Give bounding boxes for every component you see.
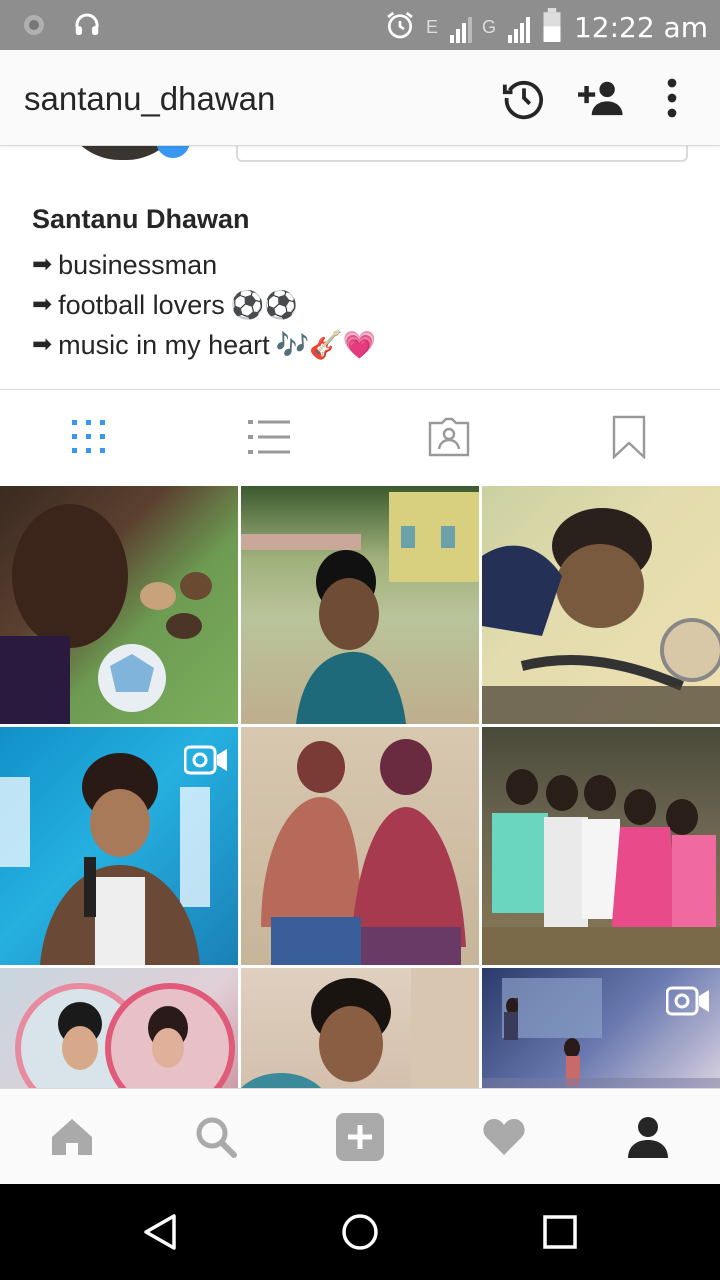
post-image bbox=[0, 504, 212, 724]
bio-text: music in my heart bbox=[58, 330, 270, 360]
recents-icon[interactable] bbox=[538, 1210, 582, 1254]
arrow-icon: ➡ bbox=[32, 331, 53, 358]
football-emoji: ⚽⚽ bbox=[230, 290, 298, 320]
post-image bbox=[482, 769, 720, 965]
bio-line: ➡ businessman bbox=[32, 245, 377, 285]
status-bar: E G 12:22 am bbox=[0, 0, 720, 50]
post-thumbnail[interactable] bbox=[482, 968, 720, 1088]
bio-text: football lovers bbox=[58, 290, 225, 320]
post-image bbox=[482, 508, 720, 724]
add-post-icon[interactable] bbox=[336, 1113, 384, 1161]
grid-icon bbox=[72, 420, 105, 453]
post-image bbox=[261, 739, 466, 965]
profile-full-name: Santanu Dhawan bbox=[32, 204, 250, 234]
headset-icon bbox=[72, 10, 102, 45]
saved-tab[interactable] bbox=[604, 412, 654, 462]
clock-time: 12:22 am bbox=[573, 11, 708, 44]
post-thumbnail[interactable] bbox=[0, 727, 238, 965]
home-circle-icon[interactable] bbox=[338, 1210, 382, 1254]
list-icon bbox=[248, 420, 290, 454]
photo-grid bbox=[0, 486, 720, 1088]
activity-heart-icon[interactable] bbox=[480, 1113, 528, 1161]
post-thumbnail[interactable] bbox=[0, 968, 238, 1088]
system-navigation-bar bbox=[0, 1184, 720, 1280]
bottom-navigation bbox=[0, 1088, 720, 1184]
more-icon[interactable] bbox=[648, 74, 696, 122]
search-icon[interactable] bbox=[192, 1113, 240, 1161]
network-type-label: G bbox=[481, 17, 496, 37]
home-icon[interactable] bbox=[48, 1113, 96, 1161]
tagged-tab[interactable] bbox=[424, 412, 474, 462]
video-icon bbox=[183, 745, 228, 780]
post-thumbnail[interactable] bbox=[241, 727, 479, 965]
bio-line: ➡ football lovers ⚽⚽ bbox=[32, 285, 377, 325]
tagged-photo-icon bbox=[428, 417, 470, 457]
post-image bbox=[241, 492, 479, 724]
grid-view-tab[interactable] bbox=[64, 412, 114, 462]
post-image bbox=[241, 968, 479, 1088]
back-icon[interactable] bbox=[138, 1210, 182, 1254]
post-thumbnail[interactable] bbox=[482, 727, 720, 965]
post-thumbnail[interactable] bbox=[0, 486, 238, 724]
video-icon bbox=[665, 986, 710, 1021]
arrow-icon: ➡ bbox=[32, 291, 53, 318]
profile-icon[interactable] bbox=[624, 1113, 672, 1161]
add-person-icon[interactable] bbox=[578, 74, 626, 122]
arrow-icon: ➡ bbox=[32, 251, 53, 278]
alarm-icon bbox=[384, 9, 416, 46]
bookmark-icon bbox=[612, 415, 646, 459]
list-view-tab[interactable] bbox=[244, 412, 294, 462]
bio-text: businessman bbox=[58, 250, 218, 280]
profile-tabs bbox=[0, 390, 720, 486]
post-image bbox=[15, 983, 235, 1088]
profile-bio: Santanu Dhawan ➡ businessman ➡ football … bbox=[32, 204, 377, 365]
post-thumbnail[interactable] bbox=[482, 486, 720, 724]
network-type-label: E bbox=[425, 17, 438, 37]
profile-username: santanu_dhawan bbox=[24, 80, 276, 117]
signal-icon bbox=[507, 13, 530, 43]
post-thumbnail[interactable] bbox=[241, 968, 479, 1088]
signal-icon bbox=[449, 13, 472, 43]
app-header: santanu_dhawan bbox=[0, 50, 720, 146]
history-icon[interactable] bbox=[500, 74, 548, 122]
music-emoji: 🎶🎸💗 bbox=[275, 330, 377, 360]
battery-icon bbox=[540, 8, 564, 47]
bio-line: ➡ music in my heart 🎶🎸💗 bbox=[32, 325, 377, 365]
record-icon bbox=[22, 13, 46, 42]
post-thumbnail[interactable] bbox=[241, 486, 479, 724]
edit-profile-button[interactable] bbox=[236, 146, 688, 162]
